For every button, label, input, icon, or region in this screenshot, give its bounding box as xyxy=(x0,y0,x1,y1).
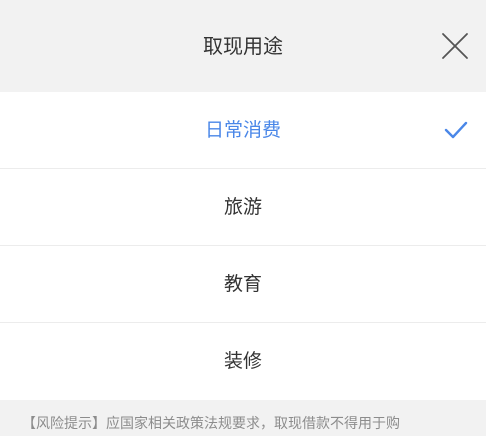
option-renovation[interactable]: 装修 xyxy=(0,323,486,400)
option-travel[interactable]: 旅游 xyxy=(0,169,486,246)
purpose-selection-sheet: 取现用途 日常消费 旅游 教育 装修 【风险提示】应国家相关政策法规要求，取现借… xyxy=(0,0,486,436)
option-label: 装修 xyxy=(223,350,262,372)
option-label: 旅游 xyxy=(223,196,262,218)
risk-notice: 【风险提示】应国家相关政策法规要求，取现借款不得用于购 xyxy=(0,400,486,436)
close-button[interactable] xyxy=(436,27,474,65)
close-icon xyxy=(442,33,468,59)
option-education[interactable]: 教育 xyxy=(0,246,486,323)
risk-notice-text: 【风险提示】应国家相关政策法规要求，取现借款不得用于购 xyxy=(22,416,400,432)
purpose-option-list: 日常消费 旅游 教育 装修 xyxy=(0,92,486,400)
check-icon xyxy=(444,121,468,139)
sheet-title: 取现用途 xyxy=(203,34,283,58)
option-label: 教育 xyxy=(223,273,262,295)
option-daily-consumption[interactable]: 日常消费 xyxy=(0,92,486,169)
sheet-header: 取现用途 xyxy=(0,0,486,92)
option-label: 日常消费 xyxy=(204,119,281,141)
